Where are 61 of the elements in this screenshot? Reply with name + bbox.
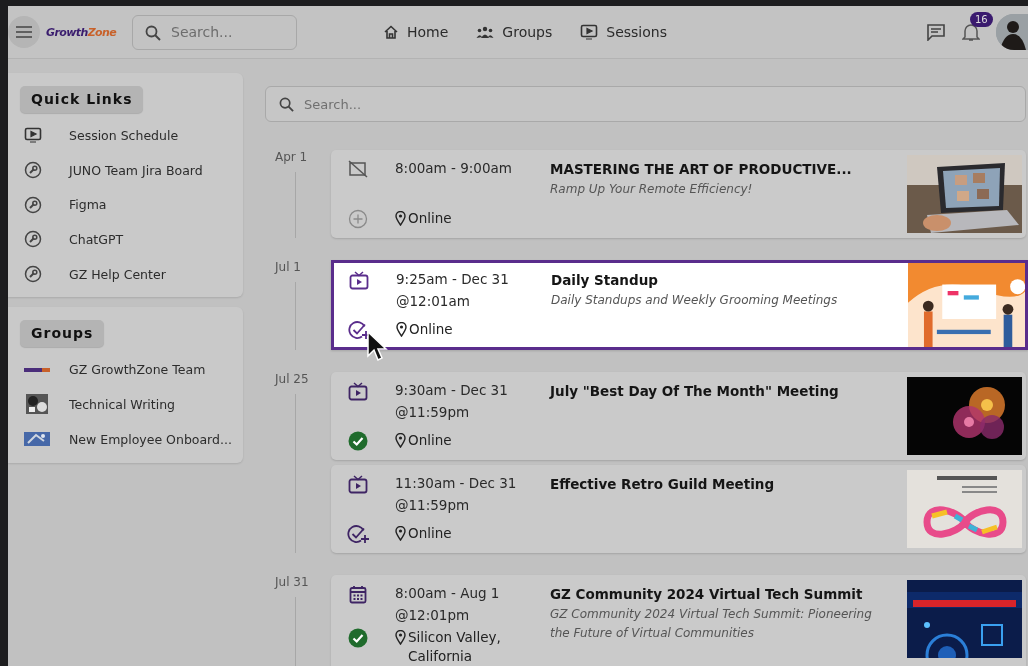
quick-link[interactable]: Session Schedule bbox=[20, 118, 243, 153]
wrench-icon bbox=[24, 265, 42, 284]
location-pin-icon bbox=[396, 322, 407, 337]
session-location: Silicon Valley, California bbox=[408, 628, 502, 666]
home-icon bbox=[383, 24, 399, 40]
check-plus-icon[interactable] bbox=[348, 320, 370, 340]
quick-link[interactable]: Figma bbox=[20, 187, 243, 223]
session-title: GZ Community 2024 Virtual Tech Summit bbox=[550, 585, 864, 604]
play-screen-icon bbox=[24, 127, 42, 144]
session-subtitle: GZ Community 2024 Virtual Tech Summit: Pioneering the Future of Virtual Communities bbox=[550, 606, 873, 642]
session-time: 9:25am - Dec 31 @12:01am bbox=[395, 270, 510, 311]
session-subtitle: Ramp Up Your Remote Efficiency! bbox=[550, 181, 754, 198]
wrench-icon bbox=[24, 195, 42, 214]
session-location: Online bbox=[408, 431, 452, 450]
menu-icon bbox=[16, 26, 32, 38]
session-title: MASTERING THE ART OF PRODUCTIVE... bbox=[550, 160, 853, 179]
group-link[interactable]: GZ GrowthZone Team bbox=[20, 352, 243, 388]
location-pin-icon bbox=[395, 630, 406, 645]
search-icon bbox=[279, 97, 294, 112]
session-location: Online bbox=[409, 320, 453, 339]
wrench-icon bbox=[24, 230, 42, 249]
location-pin-icon bbox=[395, 211, 406, 226]
bell-icon[interactable] bbox=[962, 22, 980, 42]
date-label: Jul 31 bbox=[275, 575, 310, 589]
panel-heading: Groups bbox=[20, 320, 105, 348]
date-label: Apr 1 bbox=[275, 150, 309, 164]
search-field[interactable]: Search... bbox=[132, 14, 297, 50]
session-time: 8:00am - Aug 1 @12:01pm bbox=[394, 584, 501, 625]
check-plus-icon[interactable] bbox=[347, 524, 369, 544]
chat-icon[interactable] bbox=[926, 23, 946, 41]
menu-button[interactable] bbox=[8, 16, 40, 48]
panel-heading: Quick Links bbox=[20, 86, 144, 113]
quick-link[interactable]: ChatGPT bbox=[20, 222, 243, 257]
session-title: Effective Retro Guild Meeting bbox=[550, 475, 776, 494]
nav-link[interactable]: Home bbox=[383, 24, 449, 40]
quick-link[interactable]: JUNO Team Jira Board bbox=[20, 152, 243, 188]
session-time: 11:30am - Dec 31 @11:59pm bbox=[394, 474, 518, 515]
session-location: Online bbox=[408, 524, 452, 543]
nav-link[interactable]: Groups bbox=[476, 24, 553, 40]
avatar[interactable] bbox=[996, 14, 1028, 50]
quick-link[interactable]: GZ Help Center bbox=[20, 256, 243, 292]
location-pin-icon bbox=[395, 433, 406, 448]
session-time: 8:00am - 9:00am bbox=[394, 159, 513, 178]
search-field[interactable]: Search... bbox=[265, 86, 1026, 122]
session-time: 9:30am - Dec 31 @11:59pm bbox=[394, 381, 509, 422]
session-subtitle: Daily Standups and Weekly Grooming Meetings bbox=[551, 292, 839, 309]
notification-badge: 16 bbox=[970, 12, 993, 27]
group-link[interactable]: New Employee Onboard... bbox=[20, 421, 243, 457]
location-pin-icon bbox=[395, 526, 406, 541]
session-location: Online bbox=[408, 209, 452, 228]
people-icon bbox=[476, 25, 495, 39]
search-icon bbox=[145, 24, 161, 41]
date-label: Jul 1 bbox=[275, 260, 302, 274]
play-screen-icon bbox=[580, 24, 599, 40]
date-label: Jul 25 bbox=[275, 372, 310, 386]
session-title: July "Best Day Of The Month" Meeting bbox=[550, 382, 840, 401]
group-link[interactable]: Technical Writing bbox=[20, 387, 243, 422]
nav-link[interactable]: Sessions bbox=[580, 24, 667, 40]
logo[interactable]: GrowthZone bbox=[46, 25, 118, 39]
wrench-icon bbox=[24, 161, 42, 180]
session-title: Daily Standup bbox=[551, 271, 659, 290]
